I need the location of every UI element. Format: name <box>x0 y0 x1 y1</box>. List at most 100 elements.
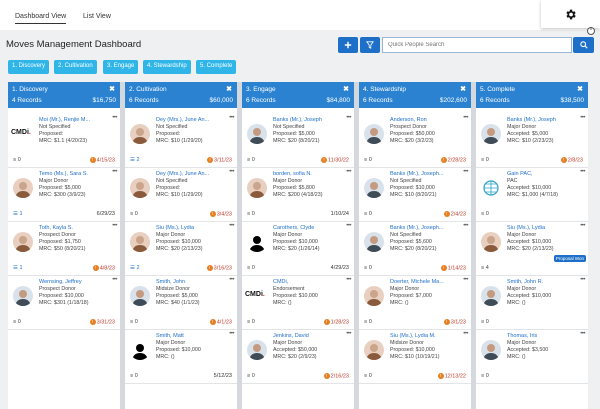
list-icon[interactable]: ≡ 0 <box>481 319 489 325</box>
donor-type: Not Specified <box>390 232 422 238</box>
donor-name-link[interactable]: Siu (Ms.), Lydia <box>156 225 232 231</box>
filter-button[interactable] <box>360 37 380 53</box>
page-title: Moves Management Dashboard <box>6 39 142 50</box>
settings-button[interactable] <box>541 0 600 28</box>
list-icon[interactable]: ≡ 0 <box>130 373 138 379</box>
donor-card[interactable]: ••• Smith, Matt Major Donor Proposed: $10,0… <box>125 330 237 384</box>
donor-card[interactable]: ••• Toth, Kayla S. Prospect Donor Proposed:… <box>8 222 120 276</box>
stage-button-complete[interactable]: 5. Complete <box>196 60 237 74</box>
donor-card[interactable]: ••• Siu (Ms.), Lydia Major Donor Proposed: … <box>125 222 237 276</box>
tab-list-view[interactable]: List View <box>83 13 111 20</box>
donor-name-link[interactable]: Moi (Mr.), Renjie M... <box>39 117 115 123</box>
close-icon[interactable]: ✖ <box>577 85 583 93</box>
stage-button-discovery[interactable]: 1. Discovery <box>8 60 50 74</box>
donor-card[interactable]: ••• Banks (Mr.), Joseph Not Specified Propo… <box>242 114 354 168</box>
donor-card[interactable]: ••• Thomas, Iris Major Donor Accepted: $3,5… <box>476 330 588 384</box>
chevron-up-icon[interactable]: ^ <box>587 27 595 35</box>
donor-card[interactable]: ••• CMDi. CMDi, Endorsement Proposed: $10,00… <box>242 276 354 330</box>
donor-name-link[interactable]: Thomas, Iris <box>507 333 583 339</box>
donor-name-link[interactable]: Wernsing, Jeffrey <box>39 279 115 285</box>
donor-card[interactable]: ••• Carothers, Clyde Major Donor Proposed: … <box>242 222 354 276</box>
donor-name-link[interactable]: Gain PAC, <box>507 171 583 177</box>
stage-button-stewardship[interactable]: 4. Stewardship <box>143 60 191 74</box>
donor-name-link[interactable]: Smith, John <box>156 279 232 285</box>
donor-type: Major Donor <box>507 340 537 346</box>
donor-name-link[interactable]: Carothers, Clyde <box>273 225 349 231</box>
hierarchy-icon[interactable]: ☰ 2 <box>130 265 140 271</box>
close-icon[interactable]: ✖ <box>343 85 349 93</box>
list-icon[interactable]: ≡ 0 <box>247 157 255 163</box>
list-icon[interactable]: ≡ 0 <box>481 373 489 379</box>
column-header: 1. Discovery ✖ 4 Records $16,750 <box>8 82 120 108</box>
donor-card[interactable]: ••• CMDi. Moi (Mr.), Renjie M... Not Specif… <box>8 114 120 168</box>
list-icon[interactable]: ≡ 0 <box>247 319 255 325</box>
hierarchy-icon[interactable]: ☰ 1 <box>13 265 23 271</box>
donor-card[interactable]: ••• Gain PAC, PAC Accepted: $10,000 MRC: $1,… <box>476 168 588 222</box>
due-date: ! 1/14/23 <box>440 264 466 271</box>
list-icon[interactable]: ≡ 4 <box>481 265 489 271</box>
search-input[interactable] <box>382 37 572 53</box>
hierarchy-icon[interactable]: ☰ 1 <box>13 211 23 217</box>
tab-dashboard-view[interactable]: Dashboard View <box>15 13 67 24</box>
donor-name-link[interactable]: Jenkins, David <box>273 333 349 339</box>
list-icon[interactable]: ≡ 0 <box>364 211 372 217</box>
donor-card[interactable]: ••• Banks (Mr.), Joseph... Not Specified Pr… <box>359 222 471 276</box>
donor-name-link[interactable]: CMDi, <box>273 279 349 285</box>
list-icon[interactable]: ≡ 0 <box>481 157 489 163</box>
donor-name-link[interactable]: Toth, Kayla S. <box>39 225 115 231</box>
donor-card[interactable]: ••• Doerter, Michele Ma... Major Donor Prop… <box>359 276 471 330</box>
donor-card[interactable]: ••• Wernsing, Jeffrey Prospect Donor Propos… <box>8 276 120 330</box>
donor-card[interactable]: ••• Smith, John Midsize Donor Proposed: $5,… <box>125 276 237 330</box>
close-icon[interactable]: ✖ <box>226 85 232 93</box>
close-icon[interactable]: ✖ <box>460 85 466 93</box>
donor-card[interactable]: ••• Smith, John R. Major Donor Accepted: $1… <box>476 276 588 330</box>
list-icon[interactable]: ≡ 0 <box>364 373 372 379</box>
stage-button-engage[interactable]: 3. Engage <box>103 60 139 74</box>
list-icon[interactable]: ≡ 0 <box>364 319 372 325</box>
donor-card[interactable]: ••• Dey (Mrs.), June An... Not Specified Pr… <box>125 114 237 168</box>
list-icon[interactable]: ≡ 0 <box>13 319 21 325</box>
donor-name-link[interactable]: Dey (Mrs.), June An... <box>156 171 232 177</box>
hierarchy-icon[interactable]: ☰ 2 <box>130 157 140 163</box>
donor-card[interactable]: ••• Siu (Ms.), Lydia Major Donor Accepted: … <box>476 222 588 276</box>
donor-name-link[interactable]: Siu (Ms.), Lydia <box>507 225 583 231</box>
list-icon[interactable]: ≡ 0 <box>481 211 489 217</box>
proposal-amount: Proposed: <box>39 131 64 137</box>
add-button[interactable] <box>338 37 358 53</box>
donor-name-link[interactable]: Temo (Ms.), Sara S. <box>39 171 115 177</box>
due-date: 4/29/23 <box>331 265 349 271</box>
donor-name-link[interactable]: Dey (Mrs.), June An... <box>156 117 232 123</box>
donor-name-link[interactable]: Banks (Mr.), Joseph... <box>390 171 466 177</box>
donor-name-link[interactable]: Doerter, Michele Ma... <box>390 279 466 285</box>
donor-name-link[interactable]: Banks (Mr.), Joseph... <box>390 225 466 231</box>
warning-icon: ! <box>440 156 447 163</box>
donor-name-link[interactable]: Banks (Mr.), Joseph <box>273 117 349 123</box>
list-icon[interactable]: ≡ 0 <box>247 373 255 379</box>
list-icon[interactable]: ≡ 0 <box>247 211 255 217</box>
donor-card[interactable]: ••• Dey (Mrs.), June An... Not Specified Pr… <box>125 168 237 222</box>
donor-card[interactable]: ••• Siu (Ms.), Lydia M. Midsize Donor Propo… <box>359 330 471 384</box>
donor-name-link[interactable]: Siu (Ms.), Lydia M. <box>390 333 466 339</box>
donor-name-link[interactable]: Banks (Mr.), Joseph <box>507 117 583 123</box>
search-button[interactable] <box>573 37 594 53</box>
list-icon[interactable]: ≡ 0 <box>364 265 372 271</box>
donor-card[interactable]: ••• Temo (Ms.), Sara S. Major Donor Propose… <box>8 168 120 222</box>
list-icon[interactable]: ≡ 0 <box>364 157 372 163</box>
list-icon[interactable]: ≡ 0 <box>13 157 21 163</box>
warning-icon: ! <box>443 318 450 325</box>
close-icon[interactable]: ✖ <box>109 85 115 93</box>
list-icon[interactable]: ≡ 0 <box>247 265 255 271</box>
donor-card[interactable]: ••• Anderson, Ron Prospect Donor Proposed: … <box>359 114 471 168</box>
donor-card[interactable]: ••• borden, sofia N. Major Donor Proposed: … <box>242 168 354 222</box>
stage-button-cultivation[interactable]: 2. Cultivation <box>54 60 97 74</box>
donor-name-link[interactable]: Smith, Matt <box>156 333 232 339</box>
donor-card[interactable]: ••• Jenkins, David Major Donor Accepted: $5… <box>242 330 354 384</box>
donor-card[interactable]: ••• Banks (Mr.), Joseph Major Donor Accepte… <box>476 114 588 168</box>
donor-card[interactable]: ••• Banks (Mr.), Joseph... Not Specified Pr… <box>359 168 471 222</box>
list-icon[interactable]: ≡ 0 <box>130 319 138 325</box>
donor-name-link[interactable]: Smith, John R. <box>507 279 583 285</box>
list-icon[interactable]: ≡ 0 <box>130 211 138 217</box>
due-date-value: 4/29/23 <box>330 265 349 271</box>
donor-name-link[interactable]: borden, sofia N. <box>273 171 349 177</box>
donor-name-link[interactable]: Anderson, Ron <box>390 117 466 123</box>
